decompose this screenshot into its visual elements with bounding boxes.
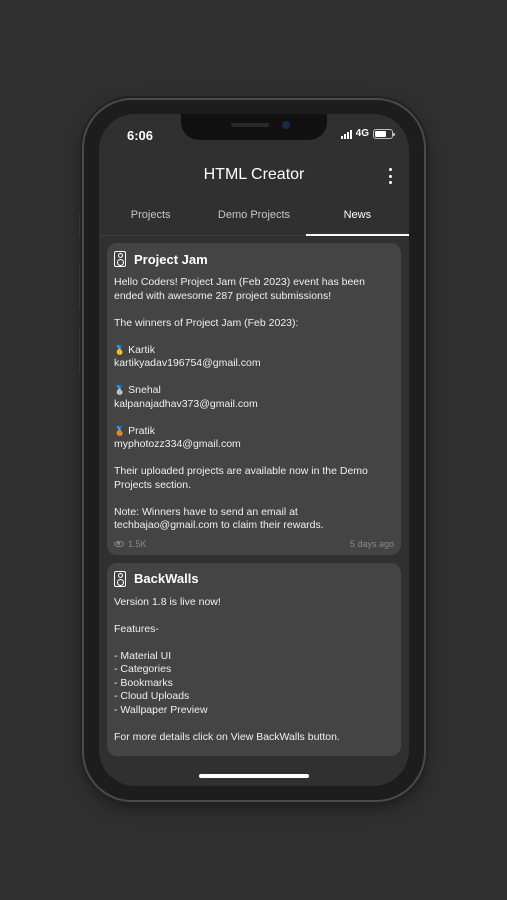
feature-item: - Bookmarks (114, 676, 173, 689)
phone-screen: 6:06 4G HTML Creator Projects Demo Proje… (99, 114, 409, 786)
battery-level (375, 130, 387, 137)
winner-entry: 🥉 Pratik myphotozz334@gmail.com (114, 425, 394, 452)
notch (181, 114, 327, 140)
feature-item: - Material UI (114, 649, 172, 662)
gold-medal-icon: 🥇 (114, 344, 126, 355)
features-list: - Material UI - Categories - Bookmarks -… (114, 650, 394, 718)
mute-switch (79, 212, 83, 238)
feature-item: - Wallpaper Preview (114, 703, 208, 716)
card-footer: 1.5K 5 days ago (114, 539, 394, 549)
eye-icon (114, 540, 124, 547)
winners-heading: The winners of Project Jam (Feb 2023): (114, 316, 299, 329)
features-heading: Features- (114, 622, 159, 635)
earpiece-speaker (231, 123, 269, 127)
winner-email: myphotozz334@gmail.com (114, 438, 241, 450)
battery-icon (373, 128, 395, 139)
card-header: BackWalls (114, 570, 394, 587)
speaker-icon (114, 570, 126, 587)
posted-time: 5 days ago (349, 538, 394, 549)
winner-name: Pratik (128, 424, 155, 437)
view-count: 1.5K (114, 539, 147, 549)
volume-up-button (79, 262, 83, 310)
more-options-icon[interactable] (385, 168, 395, 184)
view-count-value: 1.5K (128, 538, 147, 549)
app-title: HTML Creator (203, 166, 305, 183)
power-button (424, 282, 428, 360)
winner-email: kartikyadav196754@gmail.com (114, 357, 261, 369)
tab-demo-projects[interactable]: Demo Projects (202, 198, 305, 235)
note-text: Note: Winners have to send an email at t… (114, 505, 324, 532)
speaker-icon (114, 251, 126, 267)
tab-projects[interactable]: Projects (99, 198, 202, 235)
signal-icon (340, 129, 352, 139)
feature-item: - Cloud Uploads (114, 690, 190, 702)
news-feed: Project Jam Hello Coders! Project Jam (F… (107, 243, 401, 764)
app-bar: HTML Creator (99, 154, 409, 198)
card-body: Hello Coders! Project Jam (Feb 2023) eve… (114, 276, 394, 533)
status-time: 6:06 (127, 128, 154, 143)
volume-down-button (79, 326, 83, 374)
network-type: 4G (355, 128, 369, 139)
news-card-project-jam[interactable]: Project Jam Hello Coders! Project Jam (F… (107, 243, 401, 555)
home-indicator[interactable] (199, 774, 309, 778)
availability-text: Their uploaded projects are available no… (114, 465, 368, 491)
bronze-medal-icon: 🥉 (114, 425, 126, 436)
front-camera (282, 121, 290, 129)
silver-medal-icon: 🥈 (114, 385, 126, 395)
news-intro: Hello Coders! Project Jam (Feb 2023) eve… (114, 276, 365, 302)
winner-email: kalpanajadhav373@gmail.com (114, 397, 258, 410)
winner-name: Kartik (128, 343, 155, 356)
winner-entry: 🥇 Kartik kartikyadav196754@gmail.com (114, 344, 394, 371)
feature-item: - Categories (114, 663, 172, 675)
tab-bar: Projects Demo Projects News (99, 198, 409, 236)
status-indicators: 4G (340, 128, 395, 139)
news-card-backwalls[interactable]: BackWalls Version 1.8 is live now! Featu… (107, 562, 401, 756)
winner-entry: 🥈 Snehal kalpanajadhav373@gmail.com (114, 384, 394, 411)
more-details-text: For more details click on View BackWalls… (114, 730, 340, 743)
card-header: Project Jam (114, 251, 394, 267)
card-title: BackWalls (134, 571, 199, 586)
winner-name: Snehal (128, 384, 161, 396)
news-intro: Version 1.8 is live now! (114, 595, 221, 608)
card-body: Version 1.8 is live now! Features- - Mat… (114, 596, 394, 745)
card-title: Project Jam (134, 251, 208, 267)
tab-news[interactable]: News (305, 198, 409, 236)
